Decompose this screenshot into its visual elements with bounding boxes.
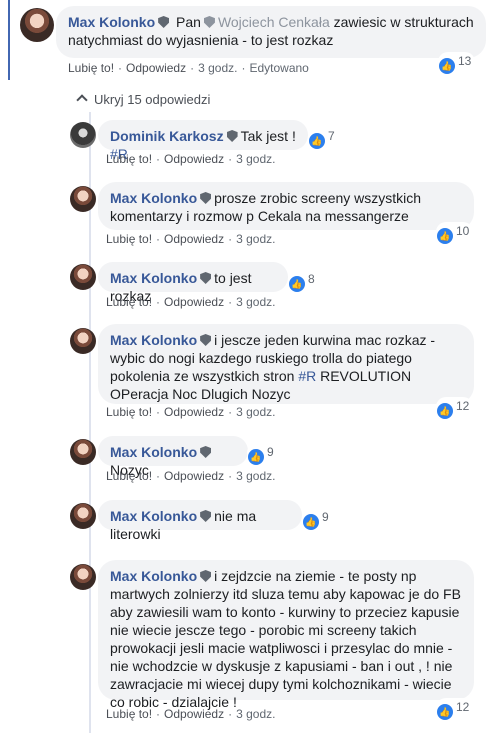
- like-button[interactable]: Lubię to!: [106, 707, 152, 721]
- timestamp[interactable]: 3 godz.: [236, 707, 275, 721]
- reaction-number: 7: [328, 129, 335, 143]
- timestamp[interactable]: 3 godz.: [236, 152, 275, 166]
- thumbs-up-icon: 👍: [303, 514, 319, 530]
- comment-actions: Lubię to! · Odpowiedz · 3 godz.: [106, 469, 276, 483]
- thumbs-up-icon: 👍: [437, 228, 453, 244]
- hide-replies-label: Ukryj 15 odpowiedzi: [94, 92, 211, 107]
- like-button[interactable]: Lubię to!: [106, 232, 152, 246]
- avatar[interactable]: [70, 122, 96, 148]
- timestamp[interactable]: 3 godz.: [236, 232, 275, 246]
- shield-icon: [200, 570, 212, 582]
- reaction-count[interactable]: 👍 7: [308, 127, 339, 150]
- shield-icon: [200, 272, 212, 284]
- timestamp[interactable]: 3 godz.: [236, 405, 275, 419]
- reaction-count[interactable]: 👍 9: [302, 508, 333, 531]
- avatar[interactable]: [70, 503, 96, 529]
- comment-actions: Lubię to! · Odpowiedz · 3 godz. · Edytowano: [68, 61, 309, 75]
- reply-button[interactable]: Odpowiedz: [164, 232, 224, 246]
- reply-button[interactable]: Odpowiedz: [126, 61, 186, 75]
- reaction-number: 12: [456, 700, 470, 714]
- shield-icon: [200, 446, 212, 458]
- reply-button[interactable]: Odpowiedz: [164, 469, 224, 483]
- reaction-count[interactable]: 👍 8: [288, 270, 319, 293]
- shield-icon: [158, 16, 170, 28]
- thumbs-up-icon: 👍: [248, 449, 264, 465]
- reaction-count[interactable]: 👍 13: [438, 52, 476, 75]
- timestamp[interactable]: 3 godz.: [236, 295, 275, 309]
- reaction-number: 13: [458, 54, 472, 68]
- comment-actions: Lubię to! · Odpowiedz · 3 godz.: [106, 232, 276, 246]
- comment-author[interactable]: Max Kolonko: [68, 14, 155, 30]
- reaction-count[interactable]: 👍 12: [436, 698, 474, 721]
- shield-icon: [200, 334, 212, 346]
- reaction-number: 9: [267, 445, 274, 459]
- avatar[interactable]: [70, 186, 96, 212]
- reply-button[interactable]: Odpowiedz: [164, 707, 224, 721]
- shield-icon: [203, 16, 215, 28]
- main-comment-bubble: Max Kolonko Pan Wojciech Cenkała zawiesic…: [56, 6, 486, 58]
- comment-text: Tak jest !: [240, 128, 296, 144]
- like-button[interactable]: Lubię to!: [106, 295, 152, 309]
- reaction-count[interactable]: 👍 9: [247, 443, 278, 466]
- shield-icon: [200, 510, 212, 522]
- reaction-number: 12: [456, 399, 470, 413]
- thumbs-up-icon: 👍: [439, 58, 455, 74]
- timestamp[interactable]: 3 godz.: [236, 469, 275, 483]
- comment-actions: Lubię to! · Odpowiedz · 3 godz.: [106, 405, 276, 419]
- reply-bubble: Max Kolonko i jescze jeden kurwina mac ro…: [98, 324, 474, 404]
- comment-author[interactable]: Max Kolonko: [110, 332, 197, 348]
- reply-button[interactable]: Odpowiedz: [164, 152, 224, 166]
- like-button[interactable]: Lubię to!: [106, 152, 152, 166]
- avatar[interactable]: [70, 328, 96, 354]
- avatar[interactable]: [20, 8, 54, 42]
- reaction-number: 9: [322, 510, 329, 524]
- chevron-up-icon: [76, 94, 88, 106]
- shield-icon: [200, 192, 212, 204]
- comment-author[interactable]: Max Kolonko: [110, 568, 197, 584]
- reaction-number: 10: [456, 224, 470, 238]
- like-button[interactable]: Lubię to!: [106, 405, 152, 419]
- reaction-number: 8: [308, 272, 315, 286]
- comment-text: i zejdzcie na ziemie - te posty np martw…: [110, 568, 461, 710]
- avatar[interactable]: [70, 439, 96, 465]
- comment-author[interactable]: Max Kolonko: [110, 190, 197, 206]
- thumbs-up-icon: 👍: [289, 276, 305, 292]
- shield-icon: [226, 130, 238, 142]
- comment-author[interactable]: Max Kolonko: [110, 444, 197, 460]
- comment-actions: Lubię to! · Odpowiedz · 3 godz.: [106, 707, 276, 721]
- reply-button[interactable]: Odpowiedz: [164, 405, 224, 419]
- reaction-count[interactable]: 👍 12: [436, 397, 474, 420]
- reply-bubble: Max KolonkoNozyc: [98, 436, 248, 478]
- reply-bubble: Max Kolonko prosze zrobic screeny wszystk…: [98, 182, 474, 230]
- reaction-count[interactable]: 👍 10: [436, 222, 474, 245]
- hide-replies-link[interactable]: Ukryj 15 odpowiedzi: [76, 92, 211, 107]
- avatar[interactable]: [70, 564, 96, 590]
- comment-author[interactable]: Max Kolonko: [110, 508, 197, 524]
- reply-bubble: Max Kolonko to jest rozkaz: [98, 262, 288, 304]
- reply-bubble: Max Kolonko i zejdzcie na ziemie - te pos…: [98, 560, 474, 710]
- avatar[interactable]: [70, 264, 96, 290]
- thumbs-up-icon: 👍: [437, 403, 453, 419]
- like-button[interactable]: Lubię to!: [68, 61, 114, 75]
- reply-bubble: Dominik Karkosz Tak jest ! #R: [98, 120, 308, 162]
- thumbs-up-icon: 👍: [437, 704, 453, 720]
- comment-author[interactable]: Max Kolonko: [110, 270, 197, 286]
- thread-line: [8, 0, 10, 80]
- comment-actions: Lubię to! · Odpowiedz · 3 godz.: [106, 295, 276, 309]
- like-button[interactable]: Lubię to!: [106, 469, 152, 483]
- reply-button[interactable]: Odpowiedz: [164, 295, 224, 309]
- comment-text-prefix: Pan: [176, 14, 201, 30]
- mention-link[interactable]: Wojciech Cenkała: [218, 14, 330, 30]
- thumbs-up-icon: 👍: [309, 133, 325, 149]
- hashtag-link[interactable]: #R: [298, 368, 316, 384]
- comment-author[interactable]: Dominik Karkosz: [110, 128, 224, 144]
- edited-label: Edytowano: [249, 61, 309, 75]
- reply-bubble: Max Kolonko nie ma literowki: [98, 500, 302, 542]
- comment-actions: Lubię to! · Odpowiedz · 3 godz.: [106, 152, 276, 166]
- timestamp[interactable]: 3 godz.: [198, 61, 237, 75]
